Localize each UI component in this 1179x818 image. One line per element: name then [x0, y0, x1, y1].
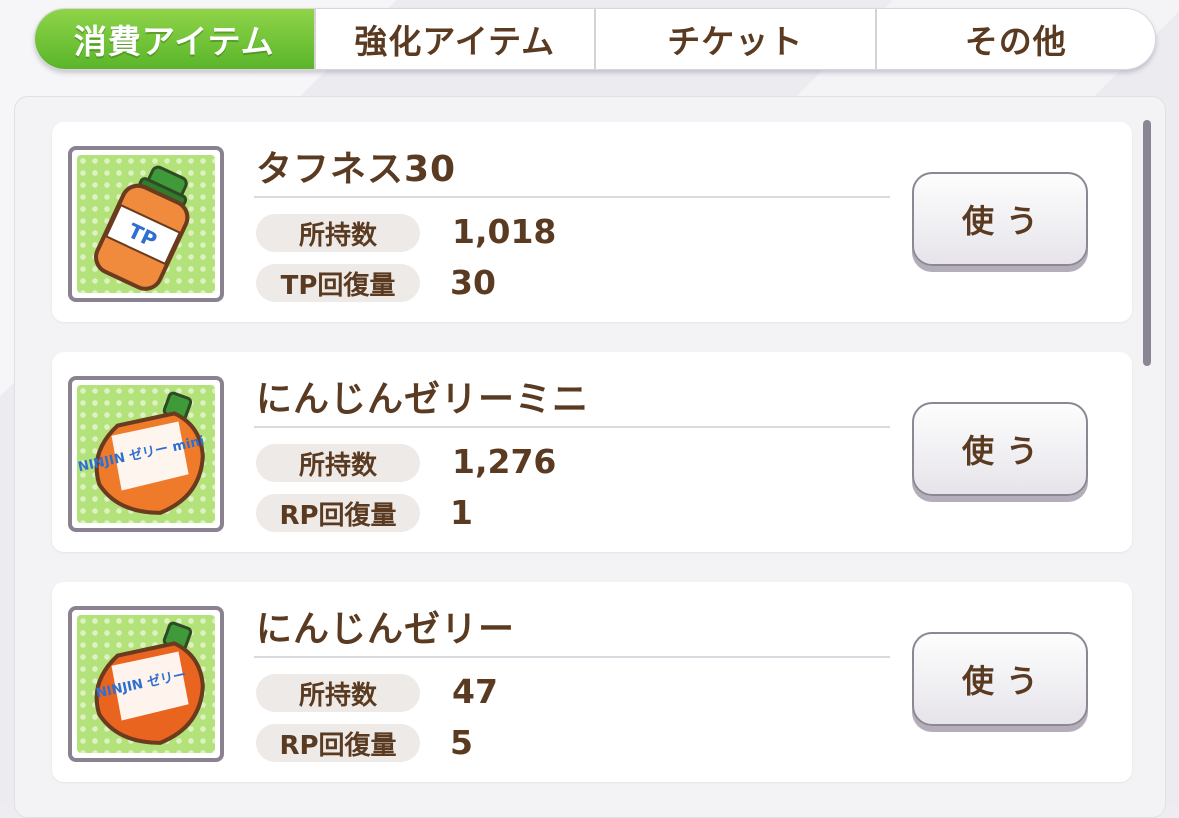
scrollbar-thumb[interactable] — [1143, 120, 1151, 366]
use-button[interactable]: 使う — [912, 172, 1088, 266]
category-tab-bar: 消費アイテム 強化アイテム チケット その他 — [34, 8, 1156, 70]
divider — [254, 426, 890, 428]
recovery-label: RP回復量 — [256, 494, 420, 532]
owned-count-value: 47 — [452, 672, 498, 711]
recovery-label: RP回復量 — [256, 724, 420, 762]
item-card: TP タフネス30 所持数 1,018 TP回復量 30 使う — [52, 122, 1132, 322]
tp-bottle-icon: TP — [77, 155, 215, 293]
item-icon-frame: NINJIN ゼリー mini — [68, 376, 224, 532]
tab-enhancement[interactable]: 強化アイテム — [313, 9, 595, 69]
item-name: にんじんゼリー — [256, 609, 516, 650]
tab-consumables[interactable]: 消費アイテム — [35, 9, 314, 69]
tab-tickets[interactable]: チケット — [594, 9, 875, 69]
recovery-label: TP回復量 — [256, 264, 420, 302]
item-icon-frame: TP — [68, 146, 224, 302]
recovery-value: 5 — [450, 723, 473, 762]
use-button[interactable]: 使う — [912, 402, 1088, 496]
owned-count-label: 所持数 — [256, 214, 420, 252]
divider — [254, 196, 890, 198]
item-icon-frame: NINJIN ゼリー — [68, 606, 224, 762]
item-card: NINJIN ゼリー mini にんじんゼリーミニ 所持数 1,276 RP回復… — [52, 352, 1132, 552]
item-name: タフネス30 — [256, 149, 457, 190]
item-name: にんじんゼリーミニ — [256, 379, 590, 420]
owned-count-label: 所持数 — [256, 674, 420, 712]
owned-count-value: 1,276 — [452, 442, 557, 481]
carrot-jelly-icon: NINJIN ゼリー — [77, 615, 215, 753]
recovery-value: 30 — [450, 263, 496, 302]
recovery-value: 1 — [450, 493, 473, 532]
owned-count-label: 所持数 — [256, 444, 420, 482]
use-button[interactable]: 使う — [912, 632, 1088, 726]
item-card: NINJIN ゼリー にんじんゼリー 所持数 47 RP回復量 5 使う — [52, 582, 1132, 782]
divider — [254, 656, 890, 658]
carrot-jelly-mini-icon: NINJIN ゼリー mini — [77, 385, 215, 523]
tab-other[interactable]: その他 — [874, 9, 1156, 69]
owned-count-value: 1,018 — [452, 212, 557, 251]
